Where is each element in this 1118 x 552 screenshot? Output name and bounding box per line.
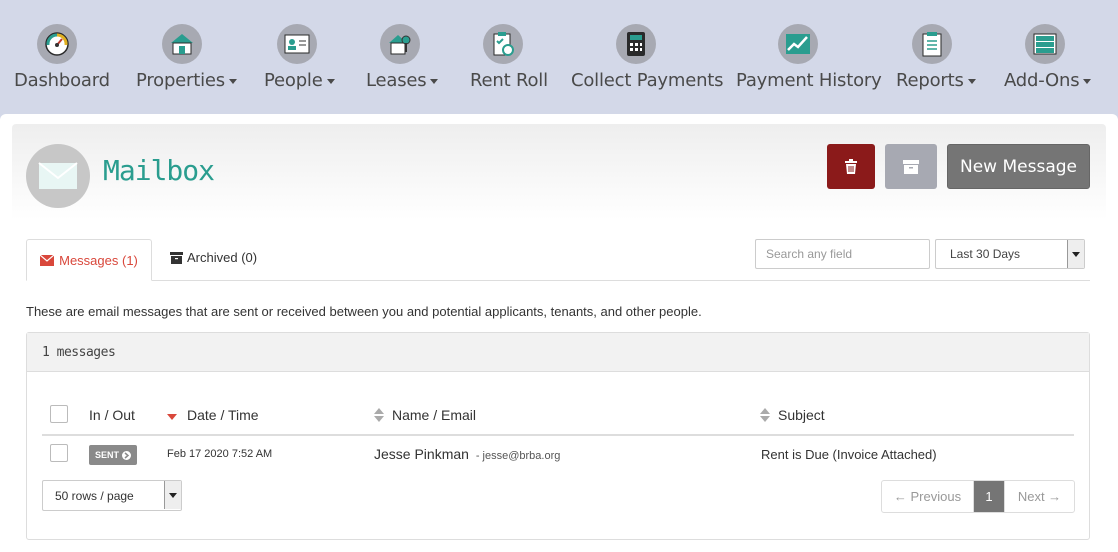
caret-down-icon (326, 78, 335, 84)
caret-down-icon (228, 78, 237, 84)
col-header-in-out[interactable]: In / Out (89, 407, 135, 423)
nav-item-payment-history[interactable]: Payment History (736, 24, 882, 91)
nav-item-properties[interactable]: Properties (136, 24, 237, 91)
house-key-icon (380, 24, 420, 64)
envelope-icon (40, 254, 55, 266)
nav-item-add-ons[interactable]: Add-Ons (1004, 24, 1092, 91)
archive-button[interactable] (885, 144, 937, 189)
page-1-button[interactable]: 1 (974, 481, 1004, 512)
arrow-right-circle-icon (122, 450, 131, 460)
nav-item-reports[interactable]: Reports (896, 24, 976, 91)
delete-button[interactable] (827, 144, 875, 189)
nav-item-people[interactable]: People (264, 24, 335, 91)
col-header-subject[interactable]: Subject (760, 407, 825, 423)
drawers-icon (1025, 24, 1065, 64)
line-chart-icon (778, 24, 818, 64)
row-name: Jesse Pinkman (374, 446, 469, 462)
tab-label: Messages (1) (59, 252, 138, 268)
caret-down-icon (967, 78, 976, 84)
sort-icon (760, 408, 770, 422)
mailbox-description: These are email messages that are sent o… (26, 304, 702, 319)
nav-item-collect-payments[interactable]: Collect Payments (571, 24, 724, 91)
nav-label: Leases (366, 70, 439, 91)
dropdown-arrow-icon[interactable] (1067, 240, 1084, 268)
row-subject[interactable]: Rent is Due (Invoice Attached) (761, 447, 937, 462)
mail-envelope-icon (26, 144, 90, 208)
calculator-icon (616, 24, 656, 64)
row-checkbox[interactable] (50, 444, 68, 462)
messages-count: 1 messages (27, 333, 1089, 372)
nav-label: Rent Roll (470, 70, 548, 91)
col-header-label: Subject (778, 407, 825, 423)
col-header-label: In / Out (89, 407, 135, 423)
col-header-date-time[interactable]: Date / Time (167, 407, 259, 423)
header-divider (42, 434, 1074, 436)
id-card-icon (277, 24, 317, 64)
nav-item-dashboard[interactable]: Dashboard (14, 24, 110, 91)
nav-label: Dashboard (14, 70, 110, 91)
pagination: ← Previous 1 Next → (881, 480, 1075, 513)
new-message-button[interactable]: New Message (947, 144, 1090, 189)
sort-icon (374, 408, 384, 422)
row-email: - jesse@brba.org (475, 450, 561, 462)
date-range-select[interactable]: Last 30 Days (935, 239, 1085, 269)
search-input[interactable]: Search any field (755, 239, 930, 269)
document-icon (912, 24, 952, 64)
archive-box-icon (903, 159, 919, 174)
clipboard-clock-icon (483, 24, 523, 64)
page-title: Mailbox (103, 154, 215, 187)
col-header-label: Name / Email (392, 407, 477, 423)
trash-icon (845, 158, 857, 174)
nav-label: Add-Ons (1004, 70, 1092, 91)
date-range-value: Last 30 Days (950, 247, 1021, 261)
nav-item-rent-roll[interactable]: Rent Roll (470, 24, 548, 91)
rows-per-page-select[interactable]: 50 rows / page (42, 480, 182, 511)
direction-badge: SENT (89, 445, 137, 465)
house-icon (162, 24, 202, 64)
next-page-button[interactable]: Next → (1004, 481, 1074, 512)
badge-label: SENT (94, 450, 119, 460)
tab-label: Archived (0) (187, 250, 258, 265)
nav-label: Collect Payments (571, 70, 724, 91)
caret-down-icon (430, 78, 439, 84)
row-datetime: Feb 17 2020 7:52 AM (167, 448, 273, 460)
dropdown-arrow-icon[interactable] (164, 481, 181, 509)
rows-per-page-value: 50 rows / page (55, 488, 134, 503)
nav-label: People (264, 70, 335, 91)
row-contact[interactable]: Jesse Pinkman - jesse@brba.org (374, 446, 560, 462)
col-header-name-email[interactable]: Name / Email (374, 407, 476, 423)
previous-page-button[interactable]: ← Previous (882, 481, 974, 512)
nav-item-leases[interactable]: Leases (366, 24, 439, 91)
nav-label: Reports (896, 70, 976, 91)
caret-down-icon (1083, 78, 1092, 84)
sort-desc-icon (167, 414, 177, 420)
tab-archived[interactable]: Archived (0) (170, 250, 257, 265)
select-all-checkbox[interactable] (50, 405, 68, 423)
nav-label: Payment History (736, 70, 882, 91)
nav-label: Properties (136, 70, 237, 91)
gauge-icon (37, 24, 77, 64)
top-nav: Dashboard Properties People Leases Rent … (0, 0, 1118, 112)
col-header-label: Date / Time (187, 407, 259, 423)
archive-box-icon (170, 251, 183, 264)
tabs-divider (26, 280, 1090, 281)
tab-messages[interactable]: Messages (1) (26, 239, 152, 281)
